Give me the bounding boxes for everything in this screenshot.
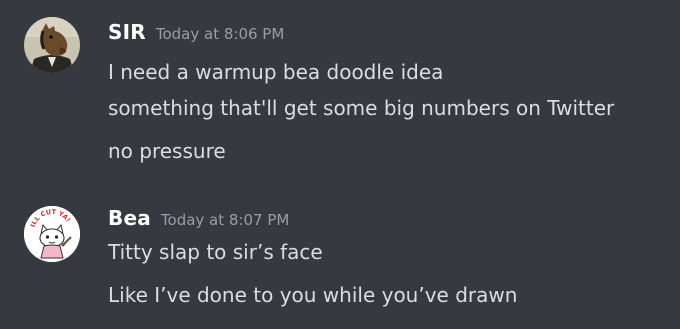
message-header: Bea Today at 8:07 PM bbox=[108, 206, 289, 230]
message-text: something that'll get some big numbers o… bbox=[108, 96, 615, 120]
user-avatar-bea[interactable]: ILL CUT YA! bbox=[24, 206, 80, 262]
horse-head-icon bbox=[24, 17, 80, 73]
message-header: SIR Today at 8:06 PM bbox=[108, 20, 284, 44]
user-avatar-sir[interactable] bbox=[24, 17, 80, 73]
message-timestamp: Today at 8:07 PM bbox=[160, 211, 290, 229]
chat-message-list: SIR Today at 8:06 PM I need a warmup bea … bbox=[0, 0, 680, 329]
author-name[interactable]: SIR bbox=[108, 20, 146, 44]
message-text: no pressure bbox=[108, 139, 226, 163]
message-timestamp: Today at 8:06 PM bbox=[155, 25, 285, 43]
author-name[interactable]: Bea bbox=[108, 206, 151, 230]
cartoon-cat-icon: ILL CUT YA! bbox=[24, 206, 80, 262]
message-text: Like I’ve done to you while you’ve drawn bbox=[108, 283, 518, 307]
message-text: Titty slap to sir’s face bbox=[108, 240, 323, 264]
message-text: I need a warmup bea doodle idea bbox=[108, 60, 444, 84]
